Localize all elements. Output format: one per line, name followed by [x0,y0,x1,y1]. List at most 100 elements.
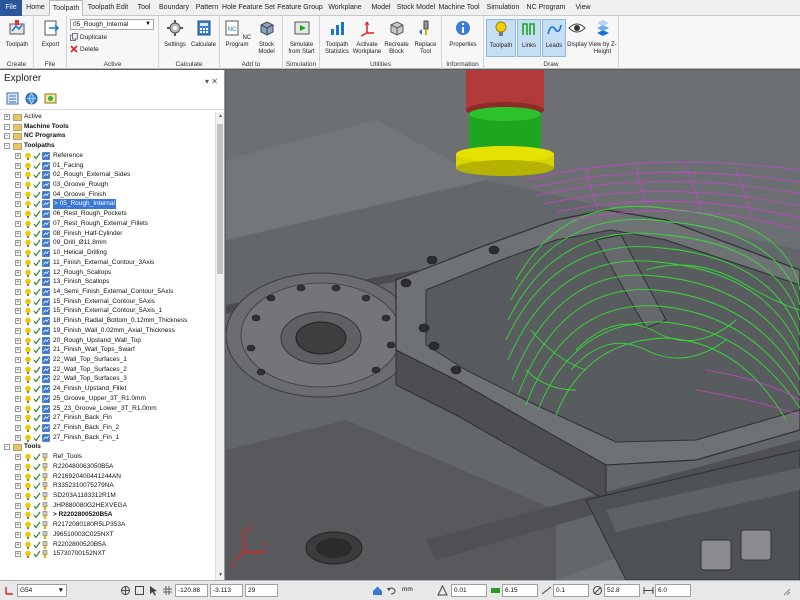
visibility-bulb-icon[interactable] [24,531,32,539]
tab-home[interactable]: Home [22,0,49,16]
check-icon[interactable] [33,531,41,539]
check-icon[interactable] [33,337,41,345]
z-coordinate-field[interactable]: 29 [245,584,278,597]
expand-toggle-icon[interactable]: + [15,434,21,441]
check-icon[interactable] [33,239,41,247]
visibility-bulb-icon[interactable] [24,473,32,481]
expand-toggle-icon[interactable]: + [15,512,21,519]
visibility-bulb-icon[interactable] [24,550,32,559]
tab-model[interactable]: Model [366,0,396,16]
visibility-bulb-icon[interactable] [24,288,32,296]
stock-model-button[interactable]: Stock Model [252,19,281,56]
expand-toggle-icon[interactable]: + [15,337,21,344]
tree-item[interactable]: +14_Semi_Finish_External_Contour_5Axis [0,287,216,297]
expand-toggle-icon[interactable]: + [15,551,21,558]
expand-toggle-icon[interactable]: + [15,502,21,509]
visibility-bulb-icon[interactable] [24,220,32,228]
duplicate-button[interactable]: Duplicate [70,33,107,41]
recreate-block-button[interactable]: Recreate Block [382,19,411,56]
check-icon[interactable] [33,269,41,277]
tree-item[interactable]: +11_Finish_External_Contour_3Axis [0,258,216,268]
check-icon[interactable] [33,366,41,374]
visibility-bulb-icon[interactable] [24,375,32,384]
visibility-bulb-icon[interactable] [24,259,32,267]
expand-toggle-icon[interactable]: + [15,182,21,189]
check-icon[interactable] [33,405,41,413]
expand-toggle-icon[interactable]: + [15,279,21,286]
expand-toggle-icon[interactable]: + [4,114,10,120]
check-icon[interactable] [33,385,41,393]
visibility-bulb-icon[interactable] [24,327,32,335]
visibility-bulb-icon[interactable] [24,521,32,530]
tree-item[interactable]: +15730700152NXT [0,549,216,559]
visibility-bulb-icon[interactable] [24,492,32,501]
tab-nc-program[interactable]: NC Program [524,0,568,16]
tree-item[interactable]: +07_Rest_Rough_External_Fillets [0,219,216,229]
visibility-bulb-icon[interactable] [24,541,32,549]
tab-file[interactable]: File [0,0,22,16]
replace-tool-button[interactable]: Replace Tool [411,19,440,56]
tree-item[interactable]: − Machine Tools [0,122,216,132]
visibility-bulb-icon[interactable] [24,502,32,510]
explorer-scrollbar[interactable]: ▲ ▼ [215,112,224,580]
check-icon[interactable] [33,191,41,199]
check-icon[interactable] [33,162,41,170]
tree-item[interactable]: +13_Finish_Scallops [0,277,216,287]
expand-toggle-icon[interactable]: + [15,395,21,402]
check-icon[interactable] [33,502,41,510]
tab-simulation[interactable]: Simulation [482,0,524,16]
tree-item[interactable]: +06_Rest_Rough_Pockets [0,209,216,219]
tab-tool[interactable]: Tool [133,0,155,16]
expand-toggle-icon[interactable]: + [15,259,21,266]
check-icon[interactable] [33,200,41,208]
filter-icon[interactable] [44,92,57,105]
expand-toggle-icon[interactable]: − [4,444,10,451]
check-icon[interactable] [33,327,41,335]
nc-program-button[interactable]: NC NC Program [222,19,252,49]
expand-toggle-icon[interactable]: + [15,405,21,412]
visibility-bulb-icon[interactable] [24,337,32,345]
diameter-field[interactable]: 52.8 [604,584,640,597]
check-icon[interactable] [33,356,41,364]
check-icon[interactable] [33,453,41,461]
expand-toggle-icon[interactable]: + [15,308,21,315]
tab-toolpath[interactable]: Toolpath [49,0,83,16]
tree-item[interactable]: +02_Rough_External_Sides [0,170,216,180]
check-icon[interactable] [33,307,41,315]
expand-toggle-icon[interactable]: + [15,288,21,295]
tree-item[interactable]: + SD203A1183312R1M [0,491,216,501]
tree-item[interactable]: +01_Facing [0,161,216,171]
check-icon[interactable] [33,317,41,325]
tolerance-field[interactable]: 0.01 [451,584,487,597]
check-icon[interactable] [33,230,41,238]
tree-item[interactable]: +10_Helical_Drilling [0,248,216,258]
expand-toggle-icon[interactable]: + [15,425,21,431]
tree-item[interactable]: + JHP880080G2HEXVEGA [0,501,216,511]
visibility-bulb-icon[interactable] [24,434,32,442]
tree-item[interactable]: + R216920400441244AN [0,472,216,482]
visibility-bulb-icon[interactable] [24,171,32,180]
visibility-bulb-icon[interactable] [24,152,32,160]
expand-toggle-icon[interactable]: + [15,415,21,422]
visibility-bulb-icon[interactable] [24,511,32,520]
tree-item[interactable]: + Reference [0,151,216,161]
undo-icon[interactable] [386,585,397,596]
check-icon[interactable] [33,171,41,179]
workplane-select[interactable]: G54 ▼ [17,584,67,597]
tree-item[interactable]: + > R2202800520B5A [0,510,216,520]
visibility-bulb-icon[interactable] [24,269,32,277]
check-icon[interactable] [33,521,41,529]
expand-toggle-icon[interactable]: + [15,531,21,538]
tab-boundary[interactable]: Boundary [155,0,193,16]
expand-toggle-icon[interactable]: + [15,211,21,218]
draw-toolpath-toggle[interactable]: Toolpath [486,19,516,57]
visibility-bulb-icon[interactable] [24,249,32,258]
expand-toggle-icon[interactable]: + [15,172,21,179]
check-icon[interactable] [33,181,41,189]
expand-toggle-icon[interactable]: − [4,133,10,140]
tree-item[interactable]: − NC Programs [0,131,216,141]
active-toolpath-select[interactable]: 05_Rough_Internal ▼ [70,19,154,30]
expand-toggle-icon[interactable]: + [15,463,21,470]
tab-hole-feature-set[interactable]: Hole Feature Set [221,0,276,16]
check-icon[interactable] [33,550,41,558]
